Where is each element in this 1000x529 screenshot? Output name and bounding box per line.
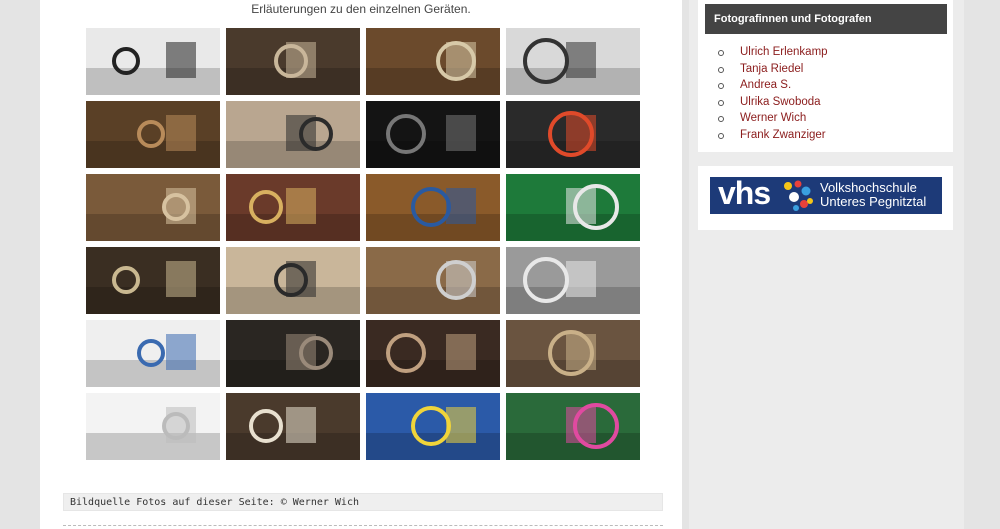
photographer-link[interactable]: Frank Zwanziger: [740, 129, 826, 141]
vhs-line1: Volkshochschule: [820, 180, 917, 195]
photo-flash-unit[interactable]: [86, 101, 220, 168]
vhs-logo-link[interactable]: vhs Volkshochschule Unteres Pegnitztal: [710, 175, 942, 214]
photo-gallery: [86, 28, 640, 460]
page-margin-right: [964, 0, 1000, 529]
photographer-item: Ulrich Erlenkamp: [718, 44, 828, 61]
circle-bullet-icon: [718, 99, 724, 106]
main-content: Erläuterungen zu den einzelnen Geräten. …: [40, 0, 682, 529]
photo-polaroid-boxes[interactable]: [366, 393, 500, 460]
photographer-item: Tanja Riedel: [718, 61, 828, 78]
photo-durst-colorhead[interactable]: [226, 101, 360, 168]
photo-green-film-boxes[interactable]: [506, 174, 640, 241]
circle-bullet-icon: [718, 50, 724, 56]
photographer-link[interactable]: Ulrika Swoboda: [740, 96, 821, 108]
circle-bullet-icon: [718, 66, 724, 73]
photo-museum-hall[interactable]: [226, 28, 360, 95]
vhs-line2: Unteres Pegnitztal: [820, 194, 927, 209]
dashed-divider: [63, 525, 663, 526]
image-source-note: Bildquelle Fotos auf dieser Seite: © Wer…: [63, 493, 663, 511]
photo-film-rolls[interactable]: [506, 247, 640, 314]
photo-camera-on-tripod[interactable]: [86, 28, 220, 95]
photo-lego-camera[interactable]: [506, 101, 640, 168]
photo-bellows-camera[interactable]: [226, 247, 360, 314]
photographer-list: Ulrich Erlenkamp Tanja Riedel Andrea S. Ulr…: [718, 44, 828, 143]
photo-twin-lens-camera[interactable]: [226, 320, 360, 387]
photographer-link[interactable]: Tanja Riedel: [740, 63, 803, 75]
photo-wooden-cameras[interactable]: [86, 174, 220, 241]
photographer-link[interactable]: Andrea S.: [740, 79, 791, 91]
photo-box-camera[interactable]: [506, 28, 640, 95]
photographers-widget: Fotografinnen und Fotografen Ulrich Erle…: [698, 0, 953, 152]
photo-film-cans[interactable]: [366, 174, 500, 241]
circle-bullet-icon: [718, 116, 724, 122]
widget-title: Fotografinnen und Fotografen: [705, 4, 947, 34]
photographer-item: Frank Zwanziger: [718, 127, 828, 144]
circle-bullet-icon: [718, 83, 724, 89]
photographer-link[interactable]: Ulrich Erlenkamp: [740, 46, 828, 58]
photo-chemical-jars[interactable]: [86, 247, 220, 314]
photographer-item: Werner Wich: [718, 110, 828, 127]
photo-store-shelves[interactable]: [226, 174, 360, 241]
vhs-widget: vhs Volkshochschule Unteres Pegnitztal: [698, 166, 953, 230]
gallery-caption: Erläuterungen zu den einzelnen Geräten.: [251, 2, 471, 16]
photographer-link[interactable]: Werner Wich: [740, 112, 806, 124]
photo-brass-lens[interactable]: [366, 28, 500, 95]
photo-meter-panel[interactable]: [226, 393, 360, 460]
photographer-item: Ulrika Swoboda: [718, 94, 828, 111]
photo-lens-closeup[interactable]: [366, 101, 500, 168]
vhs-subtitle: Volkshochschule Unteres Pegnitztal: [820, 181, 926, 209]
circle-bullet-icon: [718, 132, 724, 139]
photographer-item: Andrea S.: [718, 77, 828, 94]
photo-folding-camera[interactable]: [366, 320, 500, 387]
photo-rollei-camera[interactable]: [506, 320, 640, 387]
photo-passbild-sign[interactable]: [86, 320, 220, 387]
photo-lens-wood[interactable]: [366, 247, 500, 314]
vhs-logo-text: vhs: [718, 175, 771, 211]
photo-light-bulb[interactable]: [86, 393, 220, 460]
sidebar: Fotografinnen und Fotografen Ulrich Erle…: [689, 0, 964, 529]
photo-colorful-prints[interactable]: [506, 393, 640, 460]
